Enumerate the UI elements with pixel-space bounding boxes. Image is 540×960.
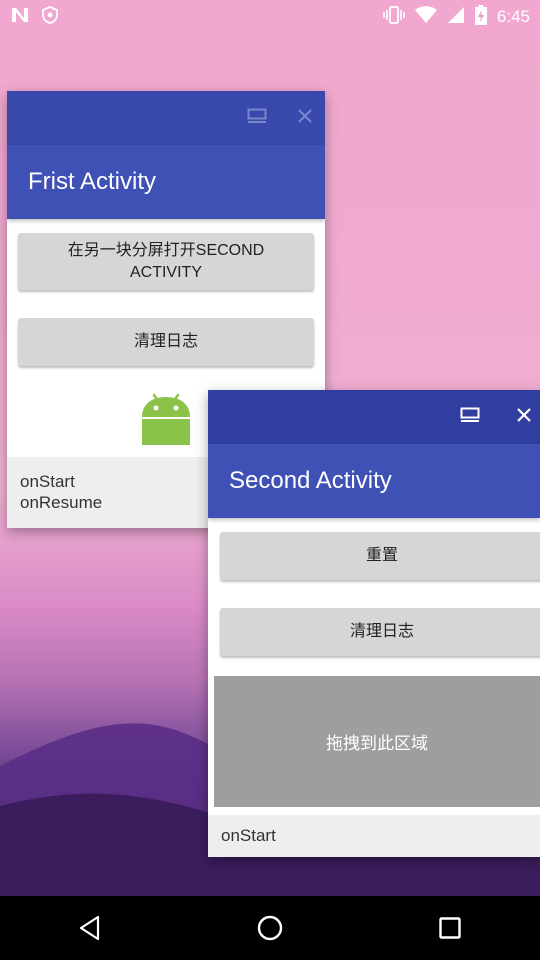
window-caption-bar[interactable] bbox=[7, 91, 325, 145]
navigation-bar bbox=[0, 896, 540, 960]
drop-area-label: 拖拽到此区域 bbox=[326, 734, 428, 754]
clear-log-button[interactable]: 清理日志 bbox=[18, 318, 314, 366]
battery-charging-icon bbox=[474, 4, 487, 29]
reset-label: 重置 bbox=[365, 547, 398, 564]
status-bar: 6:45 bbox=[0, 0, 540, 33]
home-button[interactable] bbox=[240, 898, 300, 958]
android-robot-icon[interactable] bbox=[140, 391, 192, 449]
back-icon bbox=[79, 915, 100, 941]
app-bar-title: Second Activity bbox=[208, 444, 540, 518]
overview-button[interactable] bbox=[420, 898, 480, 958]
clear-log-label: 清理日志 bbox=[349, 623, 414, 640]
close-icon[interactable] bbox=[297, 108, 313, 128]
open-second-activity-label: 在另一块分屏打开SECOND ACTIVITY bbox=[67, 241, 265, 281]
n-icon bbox=[10, 6, 30, 28]
home-icon bbox=[257, 915, 283, 941]
clear-log-label: 清理日志 bbox=[133, 333, 198, 350]
log-line: onStart bbox=[221, 826, 276, 845]
lifecycle-log: onStart bbox=[208, 815, 540, 857]
signal-icon bbox=[447, 6, 465, 28]
second-activity-window[interactable]: Second Activity 重置 清理日志 拖拽到此区域 onStart bbox=[208, 390, 540, 857]
restore-window-icon[interactable] bbox=[247, 108, 267, 128]
close-icon[interactable] bbox=[516, 407, 532, 427]
clear-log-button[interactable]: 清理日志 bbox=[220, 608, 540, 656]
vibrate-icon bbox=[383, 5, 405, 28]
open-second-activity-button[interactable]: 在另一块分屏打开SECOND ACTIVITY bbox=[18, 233, 314, 290]
clock: 6:45 bbox=[496, 6, 530, 26]
restore-window-icon[interactable] bbox=[460, 407, 480, 427]
wifi-icon bbox=[414, 5, 437, 28]
drag-drop-area[interactable]: 拖拽到此区域 bbox=[214, 676, 540, 807]
reset-button[interactable]: 重置 bbox=[220, 532, 540, 580]
window-caption-bar[interactable] bbox=[208, 390, 540, 444]
app-bar-title: Frist Activity bbox=[7, 145, 325, 219]
shield-icon bbox=[42, 5, 58, 28]
back-button[interactable] bbox=[60, 898, 120, 958]
overview-icon bbox=[439, 917, 461, 939]
